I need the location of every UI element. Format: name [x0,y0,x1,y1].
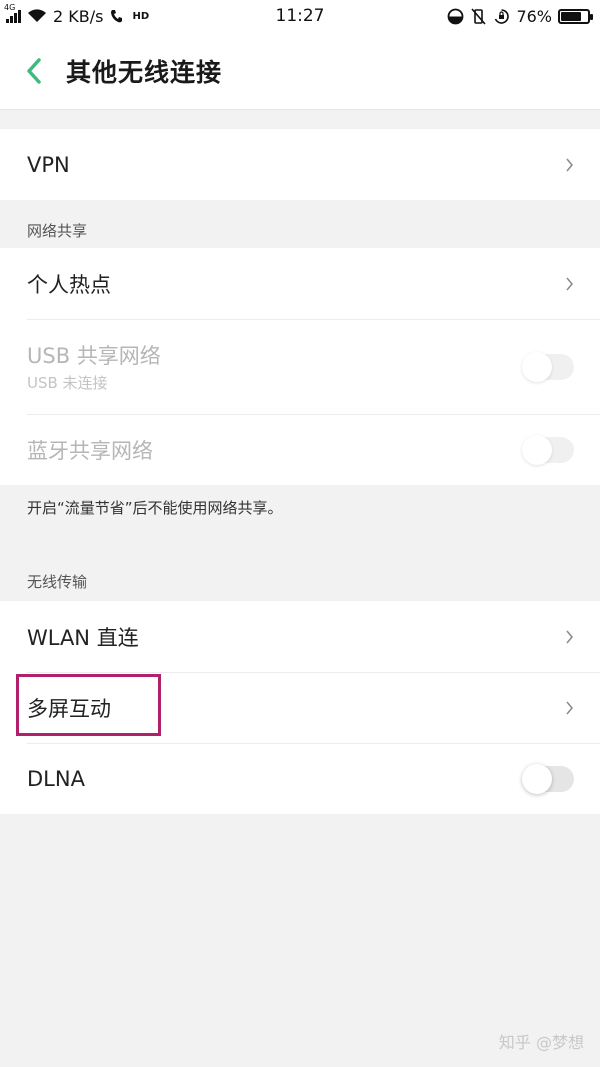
network-type-label: 4G [4,3,16,12]
bluetooth-tethering-row: 蓝牙共享网络 [0,414,600,485]
vpn-label: VPN [27,152,70,177]
wlan-direct-label: WLAN 直连 [27,625,139,650]
usb-tethering-label: USB 共享网络 [27,344,161,368]
chevron-right-icon [566,158,573,171]
usb-tethering-status: USB 未连接 [27,374,108,392]
title-bar: 其他无线连接 [0,32,600,110]
hotspot-row[interactable]: 个人热点 [0,248,600,319]
network-speed: 2 KB/s [53,6,104,26]
wireless-group: WLAN 直连 多屏互动 DLNA [0,601,600,814]
wifi-icon [28,9,46,22]
cellular-signal-icon: 4G [4,3,21,23]
page-title: 其他无线连接 [66,57,223,87]
watermark: 知乎 @梦想 [498,1033,584,1052]
multiscreen-row[interactable]: 多屏互动 [0,672,600,743]
battery-percent: 76% [516,6,552,26]
bluetooth-tethering-label: 蓝牙共享网络 [27,438,153,463]
hd-voice-label: HD [132,10,150,22]
vpn-group: VPN [0,129,600,200]
usb-tethering-row: USB 共享网络 USB 未连接 [0,319,600,414]
dlna-label: DLNA [27,766,85,791]
section-header-sharing: 网络共享 [27,222,88,240]
chevron-right-icon [566,701,573,714]
rotation-lock-icon [495,8,510,24]
dlna-toggle[interactable] [522,763,574,794]
battery-icon [558,8,593,24]
section-header-wireless: 无线传输 [27,573,88,591]
moon-icon [448,8,464,24]
battery-fill [561,11,581,21]
hotspot-label: 个人热点 [27,272,111,297]
multiscreen-label: 多屏互动 [27,696,111,721]
back-arrow-icon[interactable] [24,56,44,86]
bluetooth-tethering-toggle[interactable] [522,434,574,465]
vpn-row[interactable]: VPN [0,129,600,200]
vibrate-mute-icon [471,7,487,25]
phone-hd-icon [111,9,123,22]
data-saver-note: 开启“流量节省”后不能使用网络共享。 [27,499,283,517]
usb-tethering-toggle[interactable] [522,351,574,382]
sharing-group: 个人热点 USB 共享网络 USB 未连接 蓝牙共享网络 [0,248,600,485]
dlna-row: DLNA [0,743,600,814]
status-bar: 4G 2 KB/s HD 11:27 76% [0,0,600,32]
wlan-direct-row[interactable]: WLAN 直连 [0,601,600,672]
chevron-right-icon [566,630,573,643]
chevron-right-icon [566,277,573,290]
